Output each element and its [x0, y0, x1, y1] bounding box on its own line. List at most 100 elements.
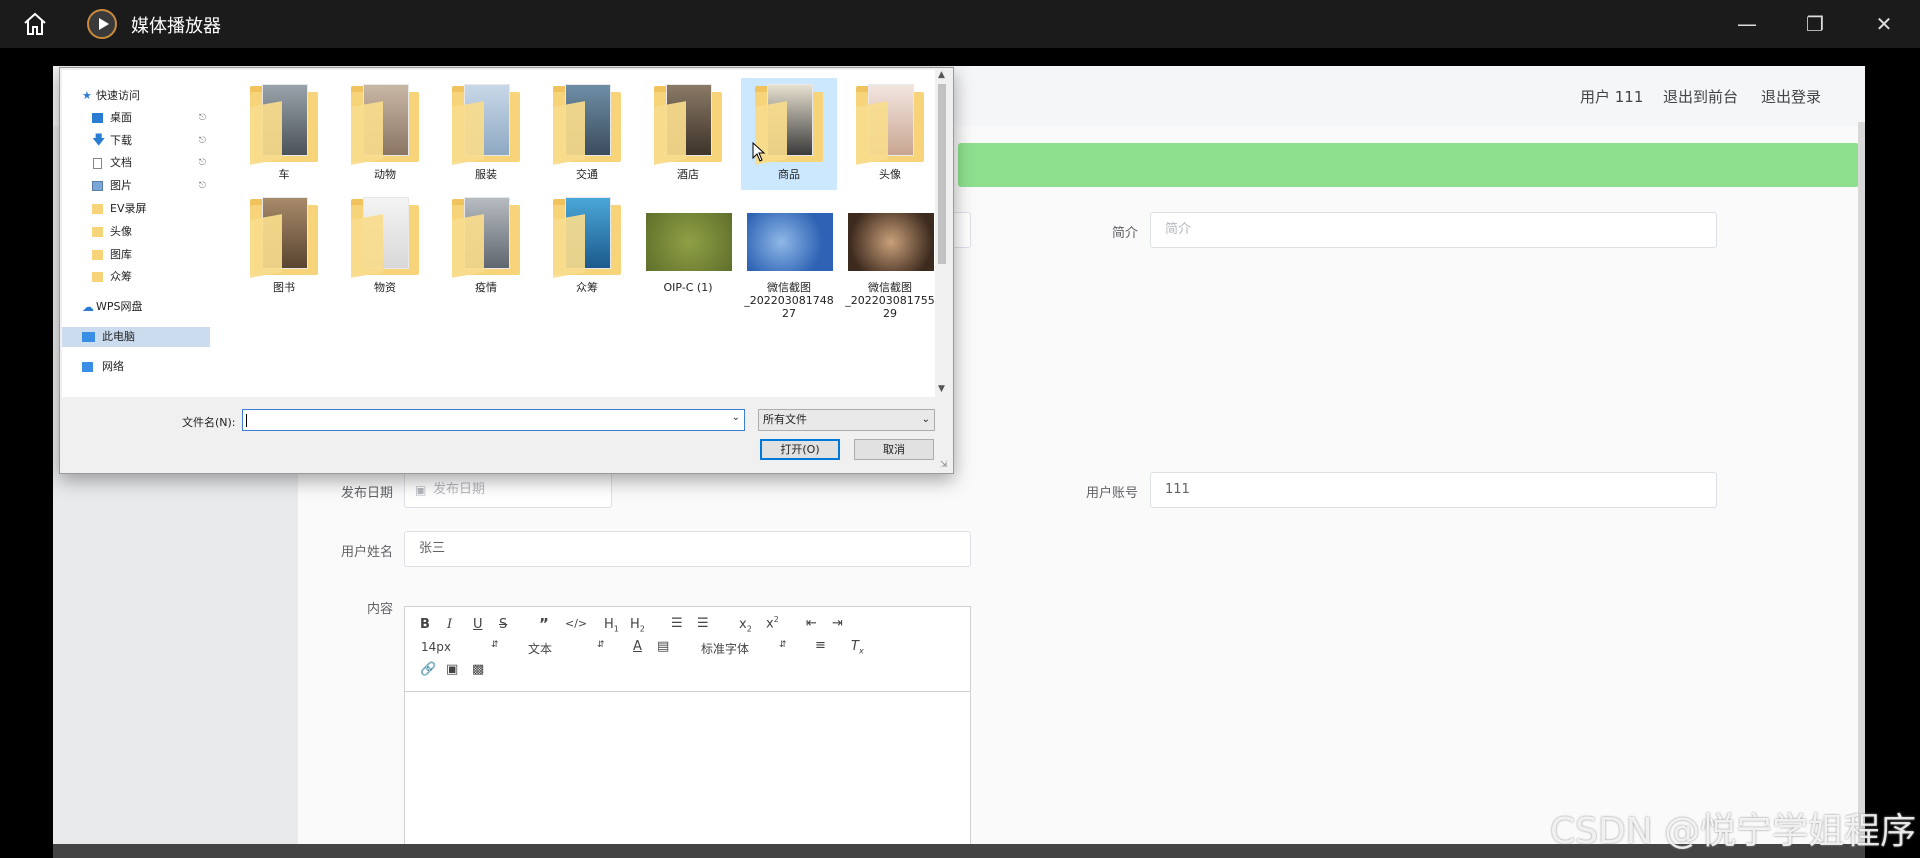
mouse-cursor-icon: [752, 142, 766, 162]
nav-downloads[interactable]: 🡇 下载 ⎋: [62, 131, 210, 151]
home-icon[interactable]: [22, 11, 48, 37]
publish-date-input[interactable]: ▣ 发布日期: [404, 472, 612, 508]
folder-item-crowdfunding[interactable]: 众筹: [539, 195, 635, 305]
folder-item-avatar[interactable]: 头像: [842, 82, 935, 192]
folder-item-goods[interactable]: 商品: [741, 78, 837, 192]
image-thumbnail: [848, 213, 934, 271]
nav-folder-gallery[interactable]: 图库: [62, 245, 210, 265]
nav-network[interactable]: 网络: [62, 357, 210, 377]
folder-icon: [654, 82, 722, 165]
user-label: 用户 111: [1580, 88, 1644, 106]
folder-item-supplies[interactable]: 物资: [337, 195, 433, 305]
user-account-label: 用户账号: [1085, 486, 1138, 501]
italic-icon[interactable]: I: [447, 617, 452, 632]
font-color-icon[interactable]: A: [633, 639, 642, 654]
file-type-select[interactable]: 所有文件 ⌄: [758, 409, 935, 431]
folder-icon: [250, 195, 318, 278]
scroll-up-icon[interactable]: ▲: [938, 70, 945, 80]
restore-button[interactable]: ❐: [1801, 10, 1829, 38]
file-list-scrollbar[interactable]: ▲ ▼: [935, 70, 949, 397]
window-titlebar: 媒体播放器 — ❐ ✕: [0, 0, 1920, 48]
nav-quick-access[interactable]: ★ 快速访问: [62, 86, 210, 106]
subscript-icon[interactable]: x2: [739, 617, 752, 634]
image-item-oip[interactable]: OIP-C (1): [640, 195, 736, 305]
folder-item-books[interactable]: 图书: [236, 195, 332, 305]
window-title: 媒体播放器: [131, 16, 221, 37]
close-button[interactable]: ✕: [1870, 10, 1898, 38]
chevron-down-icon: ⌄: [921, 414, 930, 425]
nav-pictures[interactable]: 图片 ⎋: [62, 176, 210, 196]
align-icon[interactable]: ≡: [815, 638, 826, 653]
minimize-button[interactable]: —: [1733, 10, 1761, 38]
open-button[interactable]: 打开(O): [760, 439, 840, 460]
strike-icon[interactable]: S: [499, 617, 507, 632]
image-item-wechat-1[interactable]: 微信截图 _202203081748 27: [741, 195, 837, 325]
text-caret: [246, 414, 247, 427]
nav-folder-crowdfunding[interactable]: 众筹: [62, 267, 210, 287]
bullet-list-icon[interactable]: ☰: [697, 616, 709, 631]
nav-folder-ev[interactable]: EV录屏: [62, 199, 210, 219]
nav-desktop[interactable]: 桌面 ⎋: [62, 108, 210, 128]
pin-icon: ⎋: [198, 136, 206, 146]
picture-icon: [92, 181, 103, 191]
heading1-icon[interactable]: H1: [604, 617, 619, 634]
folder-item-epidemic[interactable]: 疫情: [438, 195, 534, 305]
exit-to-frontend-link[interactable]: 退出到前台: [1663, 86, 1738, 107]
nav-folder-avatar[interactable]: 头像: [62, 222, 210, 242]
heading2-icon[interactable]: H2: [630, 617, 645, 634]
intro-input[interactable]: 简介: [1150, 212, 1717, 248]
clear-format-icon[interactable]: Tx: [851, 639, 864, 656]
image-item-wechat-2[interactable]: 微信截图 _202203081755 29: [842, 195, 935, 325]
page-scrollbar[interactable]: [1858, 122, 1865, 858]
pin-icon: ⎋: [198, 113, 206, 123]
file-list: 车 动物 服装 交通 酒店 商品 头像 图书 物资 疫情 众筹 OIP-C (1…: [210, 70, 935, 397]
scroll-down-icon[interactable]: ▼: [938, 384, 945, 394]
desktop-icon: [92, 113, 103, 123]
folder-item-animals[interactable]: 动物: [337, 82, 433, 192]
nav-documents[interactable]: 文档 ⎋: [62, 153, 210, 173]
folder-icon: [92, 272, 103, 282]
ordered-list-icon[interactable]: ☰: [671, 616, 683, 631]
block-type-chevron-icon: ⇵: [597, 640, 605, 650]
indent-icon[interactable]: ⇥: [832, 616, 843, 631]
code-icon[interactable]: </>: [565, 617, 587, 630]
folder-icon: [452, 195, 520, 278]
filename-input[interactable]: ⌄: [242, 409, 745, 431]
nav-wps-cloud[interactable]: ☁ WPS网盘: [62, 297, 210, 317]
background-color-icon[interactable]: ▤: [657, 639, 669, 654]
folder-item-clothing[interactable]: 服装: [438, 82, 534, 192]
cancel-button[interactable]: 取消: [854, 439, 934, 460]
font-size-select[interactable]: 14px: [421, 640, 451, 654]
folder-icon: [856, 82, 924, 165]
block-type-select[interactable]: 文本: [528, 640, 552, 657]
rich-text-editor[interactable]: B I U S ” </> H1 H2 ☰ ☰ x2 x2 ⇤ ⇥ 14px ⇵…: [404, 606, 971, 858]
folder-item-hotel[interactable]: 酒店: [640, 82, 736, 192]
folder-item-traffic[interactable]: 交通: [539, 82, 635, 192]
document-icon: [93, 158, 102, 169]
superscript-icon[interactable]: x2: [766, 615, 779, 631]
folder-item-car[interactable]: 车: [236, 82, 332, 192]
content-label: 内容: [366, 602, 393, 617]
scrollbar-thumb[interactable]: [938, 84, 946, 264]
navigation-pane: ★ 快速访问 桌面 ⎋ 🡇 下载 ⎋ 文档 ⎋ 图片 ⎋ EV录屏 头像 图库 …: [62, 70, 210, 397]
pin-icon: ⎋: [198, 181, 206, 191]
user-name-input[interactable]: 张三: [404, 531, 971, 567]
chevron-down-icon[interactable]: ⌄: [732, 412, 740, 423]
watermark: CSDN @悦宁学姐程序: [1550, 811, 1917, 852]
video-icon[interactable]: ▩: [472, 662, 484, 677]
bold-icon[interactable]: B: [420, 617, 430, 632]
font-family-select[interactable]: 标准字体: [701, 640, 749, 657]
image-thumbnail: [646, 213, 732, 271]
logout-link[interactable]: 退出登录: [1761, 86, 1821, 107]
image-icon[interactable]: ▣: [446, 662, 458, 677]
blockquote-icon[interactable]: ”: [539, 615, 549, 633]
user-account-input[interactable]: 111: [1150, 472, 1717, 508]
filename-label: 文件名(N):: [182, 416, 236, 429]
file-open-dialog: ★ 快速访问 桌面 ⎋ 🡇 下载 ⎋ 文档 ⎋ 图片 ⎋ EV录屏 头像 图库 …: [59, 67, 954, 474]
pin-icon: ⎋: [198, 158, 206, 168]
link-icon[interactable]: 🔗: [420, 662, 436, 677]
underline-icon[interactable]: U: [473, 617, 483, 632]
resize-grip-icon[interactable]: ⇲: [940, 460, 948, 470]
outdent-icon[interactable]: ⇤: [806, 616, 817, 631]
nav-this-pc[interactable]: 此电脑: [62, 327, 210, 347]
